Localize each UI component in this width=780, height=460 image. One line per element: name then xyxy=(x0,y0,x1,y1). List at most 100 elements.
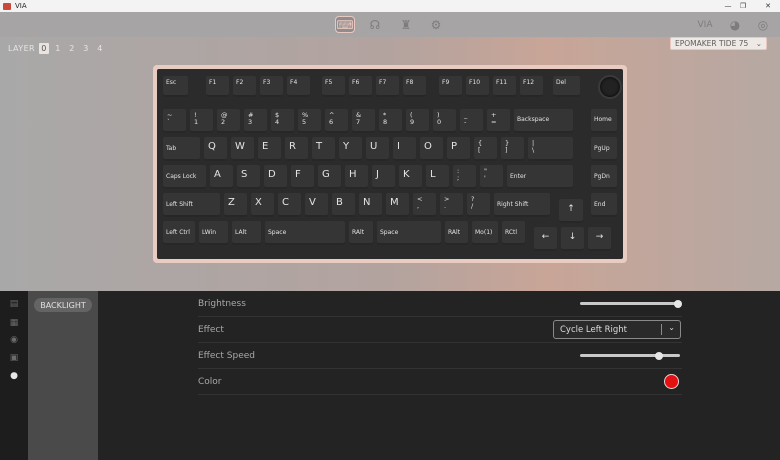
via-logo-icon[interactable]: VIA xyxy=(694,16,716,33)
keymap-icon[interactable]: ▤ xyxy=(9,299,19,309)
key-equal[interactable]: + = xyxy=(487,109,510,133)
key-right-shift[interactable]: Right Shift xyxy=(494,193,550,217)
key-7[interactable]: & 7 xyxy=(352,109,375,133)
layer-3-button[interactable]: 3 xyxy=(81,43,91,54)
device-dropdown[interactable]: EPOMAKER TIDE 75 ⌄ xyxy=(670,37,767,50)
key-f10[interactable]: F10 xyxy=(466,76,489,97)
key-right-bracket[interactable]: }] xyxy=(501,137,524,161)
layer-2-button[interactable]: 2 xyxy=(67,43,77,54)
key-ralt-2[interactable]: RAlt xyxy=(445,221,468,245)
key-pgdn[interactable]: PgDn xyxy=(591,165,617,189)
key-minus[interactable]: _ - xyxy=(460,109,483,133)
key-f3[interactable]: F3 xyxy=(260,76,283,97)
settings-icon[interactable]: ⚙ xyxy=(427,16,445,33)
save-icon[interactable]: ▣ xyxy=(9,353,19,363)
key-s[interactable]: S xyxy=(237,165,260,189)
key-lwin[interactable]: LWin xyxy=(199,221,228,245)
key-backslash[interactable]: | \ xyxy=(528,137,573,161)
effect-speed-slider-thumb[interactable] xyxy=(655,351,663,360)
key-f4[interactable]: F4 xyxy=(287,76,310,97)
key-arrow-left[interactable]: ← xyxy=(534,227,557,251)
key-enter[interactable]: Enter xyxy=(507,165,573,189)
tab-backlight[interactable]: BACKLIGHT xyxy=(34,298,92,312)
design-icon[interactable]: ♜ xyxy=(397,16,415,33)
key-i[interactable]: I xyxy=(393,137,416,161)
key-mo1[interactable]: Mo(1) xyxy=(472,221,498,245)
key-f9[interactable]: F9 xyxy=(439,76,462,97)
key-rctl[interactable]: RCtl xyxy=(502,221,525,245)
key-5[interactable]: % 5 xyxy=(298,109,321,133)
key-z[interactable]: Z xyxy=(224,193,247,217)
key-f2[interactable]: F2 xyxy=(233,76,256,97)
key-d[interactable]: D xyxy=(264,165,287,189)
key-grave[interactable]: ~ ` xyxy=(163,109,186,133)
effect-dropdown[interactable]: Cycle Left Right ⌄ xyxy=(553,320,681,339)
key-l[interactable]: L xyxy=(426,165,449,189)
key-m[interactable]: M xyxy=(386,193,409,217)
key-x[interactable]: X xyxy=(251,193,274,217)
key-backspace[interactable]: Backspace xyxy=(514,109,573,133)
key-end[interactable]: End xyxy=(591,193,617,217)
key-lalt[interactable]: LAlt xyxy=(232,221,261,245)
key-g[interactable]: G xyxy=(318,165,341,189)
key-f6[interactable]: F6 xyxy=(349,76,372,97)
key-comma[interactable]: <, xyxy=(413,193,436,217)
key-left-shift[interactable]: Left Shift xyxy=(163,193,220,217)
color-swatch[interactable] xyxy=(664,374,679,389)
key-f[interactable]: F xyxy=(291,165,314,189)
key-6[interactable]: ^ 6 xyxy=(325,109,348,133)
key-b[interactable]: B xyxy=(332,193,355,217)
key-arrow-up[interactable]: ↑ xyxy=(559,199,583,223)
key-v[interactable]: V xyxy=(305,193,328,217)
key-w[interactable]: W xyxy=(231,137,254,161)
key-t[interactable]: T xyxy=(312,137,335,161)
key-q[interactable]: Q xyxy=(204,137,227,161)
key-p[interactable]: P xyxy=(447,137,470,161)
key-f1[interactable]: F1 xyxy=(206,76,229,97)
key-h[interactable]: H xyxy=(345,165,368,189)
key-c[interactable]: C xyxy=(278,193,301,217)
close-button[interactable]: ✕ xyxy=(758,0,778,12)
key-caps-lock[interactable]: Caps Lock xyxy=(163,165,206,189)
key-4[interactable]: $4 xyxy=(271,109,294,133)
key-f5[interactable]: F5 xyxy=(322,76,345,97)
github-icon[interactable]: ◎ xyxy=(754,16,772,33)
discord-icon[interactable]: ◕ xyxy=(726,16,744,33)
key-r[interactable]: R xyxy=(285,137,308,161)
key-j[interactable]: J xyxy=(372,165,395,189)
key-left-ctrl[interactable]: Left Ctrl xyxy=(163,221,195,245)
brightness-slider-thumb[interactable] xyxy=(674,299,682,308)
macros-icon[interactable]: ▦ xyxy=(9,318,19,328)
key-period[interactable]: >. xyxy=(440,193,463,217)
key-1[interactable]: ! 1 xyxy=(190,109,213,133)
key-space-right[interactable]: Space xyxy=(377,221,441,245)
layer-0-button[interactable]: 0 xyxy=(39,43,49,54)
keyboard-icon[interactable]: ⌨ xyxy=(335,16,355,33)
key-test-icon[interactable]: ☊ xyxy=(366,16,384,33)
bulb-icon[interactable]: ● xyxy=(9,371,19,381)
key-left-bracket[interactable]: {[ xyxy=(474,137,497,161)
key-8[interactable]: * 8 xyxy=(379,109,402,133)
key-0[interactable]: ) 0 xyxy=(433,109,456,133)
key-space-left[interactable]: Space xyxy=(265,221,345,245)
key-arrow-right[interactable]: → xyxy=(588,227,611,251)
key-f11[interactable]: F11 xyxy=(493,76,516,97)
key-f8[interactable]: F8 xyxy=(403,76,426,97)
key-n[interactable]: N xyxy=(359,193,382,217)
key-e[interactable]: E xyxy=(258,137,281,161)
key-2[interactable]: @2 xyxy=(217,109,240,133)
key-o[interactable]: O xyxy=(420,137,443,161)
maximize-button[interactable]: ❐ xyxy=(733,0,753,12)
key-y[interactable]: Y xyxy=(339,137,362,161)
key-arrow-down[interactable]: ↓ xyxy=(561,227,584,251)
key-semicolon[interactable]: :; xyxy=(453,165,476,189)
key-ralt[interactable]: RAlt xyxy=(349,221,373,245)
effect-speed-slider[interactable] xyxy=(580,351,680,360)
key-tab[interactable]: Tab xyxy=(163,137,200,161)
rotary-knob[interactable] xyxy=(598,75,622,99)
key-home[interactable]: Home xyxy=(591,109,617,133)
layer-1-button[interactable]: 1 xyxy=(53,43,63,54)
key-3[interactable]: #3 xyxy=(244,109,267,133)
key-esc[interactable]: Esc xyxy=(163,76,188,97)
key-del[interactable]: Del xyxy=(553,76,580,97)
